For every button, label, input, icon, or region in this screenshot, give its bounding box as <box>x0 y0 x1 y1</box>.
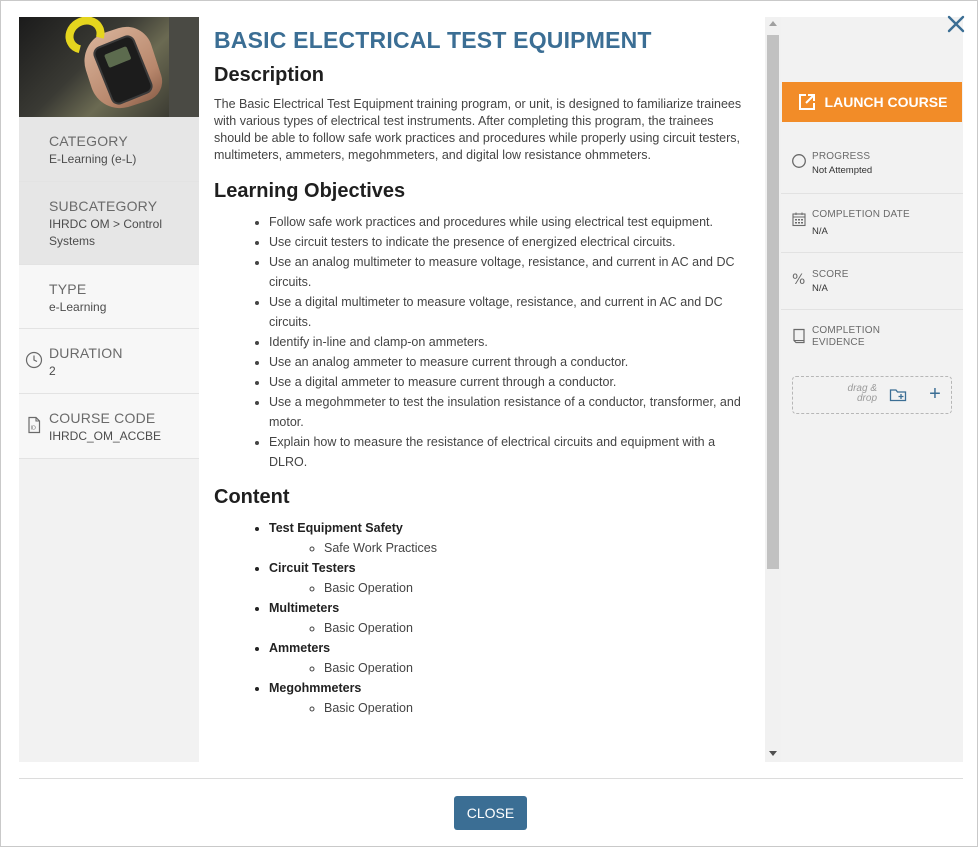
content-subtopic: Basic Operation <box>324 658 745 678</box>
status-score: % SCORE N/A <box>781 253 963 310</box>
svg-text:ID: ID <box>31 426 36 432</box>
course-details-modal: CATEGORY E-Learning (e-L) SUBCATEGORY IH… <box>0 0 978 847</box>
progress-value: Not Attempted <box>812 165 873 176</box>
meta-duration-value: 2 <box>49 364 56 378</box>
course-status-panel: LAUNCH COURSE PROGRESS Not Attempted COM… <box>781 17 963 762</box>
percent-icon: % <box>792 272 805 287</box>
meta-subcategory-label: SUBCATEGORY <box>49 198 158 214</box>
meta-type-value: e-Learning <box>49 300 107 314</box>
content-topic: Ammeters Basic Operation <box>269 638 745 678</box>
list-item: Use a megohmmeter to test the insulation… <box>269 392 745 432</box>
progress-label: PROGRESS <box>812 151 871 162</box>
objectives-list: Follow safe work practices and procedure… <box>214 212 745 472</box>
list-item: Use circuit testers to indicate the pres… <box>269 232 745 252</box>
content-topic: Circuit Testers Basic Operation <box>269 558 745 598</box>
content-subtopic: Basic Operation <box>324 698 745 718</box>
meta-course-code-value: IHRDC_OM_ACCBE <box>49 429 162 443</box>
launch-course-button[interactable]: LAUNCH COURSE <box>782 82 962 122</box>
meta-course-code: ID COURSE CODE IHRDC_OM_ACCBE <box>19 394 199 459</box>
clock-icon <box>25 351 43 369</box>
meta-category: CATEGORY E-Learning (e-L) <box>19 117 199 182</box>
dropzone-text: drag & drop <box>847 383 877 404</box>
scrollbar-thumb[interactable] <box>767 35 779 569</box>
meta-type-label: TYPE <box>49 281 87 297</box>
content-topic: Test Equipment Safety Safe Work Practice… <box>269 518 745 558</box>
list-item: Use an analog multimeter to measure volt… <box>269 252 745 292</box>
status-progress: PROGRESS Not Attempted <box>781 141 963 194</box>
scroll-up-arrow[interactable] <box>769 21 777 26</box>
calendar-icon <box>792 212 806 227</box>
id-card-icon: ID <box>28 416 41 434</box>
content-list: Test Equipment Safety Safe Work Practice… <box>214 518 745 718</box>
meta-category-label: CATEGORY <box>49 133 128 149</box>
meta-subcategory-value: IHRDC OM > Control Systems <box>49 217 163 248</box>
course-meta-panel: CATEGORY E-Learning (e-L) SUBCATEGORY IH… <box>19 17 199 762</box>
meta-course-code-label: COURSE CODE <box>49 410 156 426</box>
scroll-down-arrow[interactable] <box>769 751 777 756</box>
objectives-heading: Learning Objectives <box>214 180 406 202</box>
description-scrollbar[interactable] <box>765 17 781 762</box>
content-heading: Content <box>214 486 290 508</box>
description-text: The Basic Electrical Test Equipment trai… <box>214 97 742 162</box>
content-subtopic: Basic Operation <box>324 618 745 638</box>
add-evidence-icon[interactable]: + <box>925 383 945 405</box>
document-icon <box>793 328 805 344</box>
list-item: Use an analog ammeter to measure current… <box>269 352 745 372</box>
content-topic: Megohmmeters Basic Operation <box>269 678 745 718</box>
circle-icon <box>792 154 806 168</box>
course-thumbnail <box>19 17 199 117</box>
list-item: Follow safe work practices and procedure… <box>269 212 745 232</box>
folder-add-icon[interactable] <box>889 386 907 404</box>
launch-course-label: LAUNCH COURSE <box>824 94 948 110</box>
content-subtopic: Basic Operation <box>324 578 745 598</box>
course-description-pane[interactable]: BASIC ELECTRICAL TEST EQUIPMENT Descript… <box>199 17 765 762</box>
list-item: Use a digital multimeter to measure volt… <box>269 292 745 332</box>
content-topic: Multimeters Basic Operation <box>269 598 745 638</box>
meta-type: TYPE e-Learning <box>19 265 199 329</box>
list-item: Identify in-line and clamp-on ammeters. <box>269 332 745 352</box>
meta-duration-label: DURATION <box>49 345 123 361</box>
description-heading: Description <box>214 64 325 86</box>
meta-subcategory: SUBCATEGORY IHRDC OM > Control Systems <box>19 182 199 265</box>
meta-duration: DURATION 2 <box>19 329 199 394</box>
completion-date-label: COMPLETION DATE <box>812 209 910 220</box>
footer-divider <box>19 778 963 779</box>
meta-category-value: E-Learning (e-L) <box>49 152 137 166</box>
evidence-dropzone[interactable]: drag & drop + <box>792 376 952 414</box>
course-title: BASIC ELECTRICAL TEST EQUIPMENT <box>214 27 652 53</box>
content-subtopic: Safe Work Practices <box>324 538 745 558</box>
score-label: SCORE <box>812 269 849 280</box>
close-button[interactable]: CLOSE <box>454 796 527 830</box>
score-value: N/A <box>812 283 828 294</box>
list-item: Explain how to measure the resistance of… <box>269 432 745 472</box>
svg-text:%: % <box>792 272 805 287</box>
status-evidence: COMPLETION EVIDENCE <box>781 310 963 366</box>
completion-date-value: N/A <box>812 226 828 237</box>
list-item: Use a digital ammeter to measure current… <box>269 372 745 392</box>
evidence-label: COMPLETION EVIDENCE <box>812 325 881 348</box>
close-icon[interactable] <box>945 13 967 35</box>
status-completion-date: COMPLETION DATE N/A <box>781 194 963 253</box>
external-link-icon <box>798 94 815 110</box>
